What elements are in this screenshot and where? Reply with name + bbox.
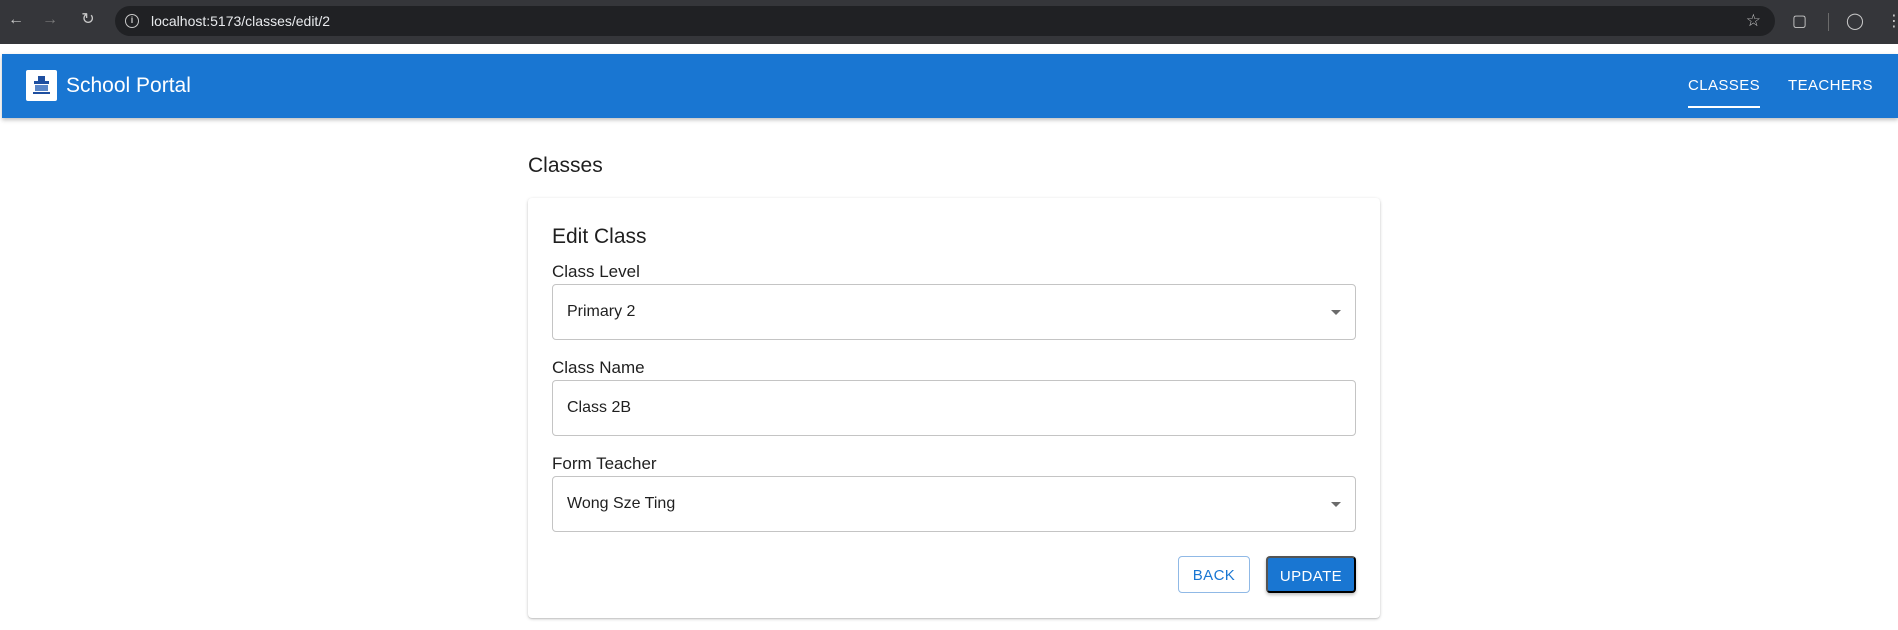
nav-tab-teachers[interactable]: TEACHERS <box>1788 77 1873 94</box>
dropdown-caret-icon <box>1331 502 1341 507</box>
app-bar: School Portal CLASSES TEACHERS <box>2 54 1898 118</box>
profile-icon[interactable]: ◯ <box>1846 11 1864 31</box>
dropdown-caret-icon <box>1331 310 1341 315</box>
address-url[interactable]: localhost:5173/classes/edit/2 <box>151 13 330 29</box>
back-arrow-icon[interactable]: ← <box>6 10 26 30</box>
reload-icon[interactable]: ↻ <box>78 10 98 30</box>
form-teacher-select[interactable]: Wong Sze Ting <box>552 476 1356 532</box>
app-brand-title[interactable]: School Portal <box>66 74 191 98</box>
bookmark-star-icon[interactable]: ☆ <box>1746 11 1761 31</box>
menu-icon[interactable]: ⋮ <box>1886 11 1898 31</box>
browser-toolbar: ← → ↻ i localhost:5173/classes/edit/2 ☆ … <box>0 0 1898 44</box>
class-level-select[interactable]: Primary 2 <box>552 284 1356 340</box>
site-info-icon[interactable]: i <box>125 14 139 28</box>
forward-arrow-icon[interactable]: → <box>40 10 60 30</box>
extensions-icon[interactable]: ▢ <box>1792 11 1807 31</box>
back-button[interactable]: BACK <box>1178 556 1250 593</box>
class-name-label: Class Name <box>552 358 645 377</box>
address-bar[interactable]: i localhost:5173/classes/edit/2 ☆ <box>115 6 1775 36</box>
class-level-value: Primary 2 <box>567 303 636 320</box>
viewport-top-strip <box>0 44 1898 54</box>
school-logo-icon[interactable] <box>26 70 57 101</box>
class-level-label: Class Level <box>552 262 640 281</box>
class-name-value: Class 2B <box>567 399 632 416</box>
form-teacher-value: Wong Sze Ting <box>567 495 676 512</box>
form-title: Edit Class <box>552 225 647 248</box>
toolbar-divider <box>1828 13 1829 31</box>
page-title: Classes <box>528 154 603 177</box>
edit-class-card: Edit Class Class Level Primary 2 Class N… <box>528 198 1380 618</box>
nav-tab-classes[interactable]: CLASSES <box>1688 77 1760 108</box>
class-name-input[interactable]: Class 2B <box>552 380 1356 436</box>
form-teacher-label: Form Teacher <box>552 454 657 473</box>
update-button[interactable]: UPDATE <box>1266 556 1356 593</box>
